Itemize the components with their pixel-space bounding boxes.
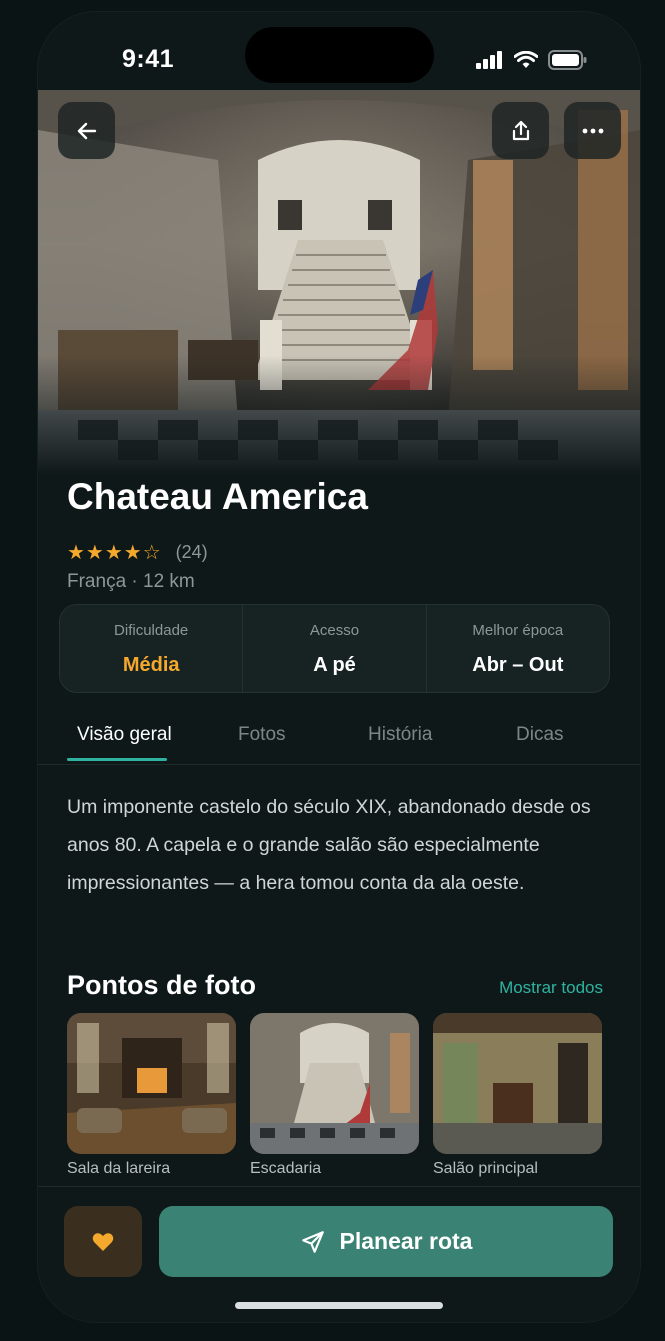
status-time: 9:41 — [122, 45, 175, 73]
plan-route-button[interactable]: Planear rota — [159, 1206, 613, 1277]
hero-image — [38, 90, 640, 475]
photo-spot-label: Salão principal — [433, 1160, 538, 1177]
description: Um imponente castelo do século XIX, aban… — [67, 796, 591, 894]
send-icon — [301, 1230, 324, 1253]
rating-count: (24) — [175, 542, 208, 562]
rating-stars: ★★★★☆ — [67, 542, 162, 564]
system-icons — [476, 50, 588, 70]
photo-spot-label: Escadaria — [250, 1160, 322, 1177]
photo-spots-list: Sala da lareira Escadaria Salão principa… — [67, 1013, 602, 1178]
wifi-icon — [514, 51, 538, 68]
stat-label: Dificuldade — [114, 622, 189, 639]
photo-spot-image — [67, 1013, 236, 1154]
photo-spot-image — [433, 1013, 602, 1154]
favorite-button[interactable] — [64, 1206, 142, 1277]
tab-photos[interactable]: Fotos — [238, 724, 286, 746]
battery-icon — [548, 50, 587, 70]
stat-label: Melhor época — [472, 622, 564, 639]
tab-tips[interactable]: Dicas — [516, 724, 564, 746]
stat-value: Abr – Out — [472, 654, 564, 676]
back-button[interactable] — [58, 102, 115, 159]
share-icon — [512, 120, 529, 140]
photo-spot-card[interactable]: Sala da lareira — [67, 1013, 236, 1178]
hero-fade — [38, 355, 640, 475]
more-button[interactable] — [564, 102, 621, 159]
location-distance: França · 12 km — [67, 571, 195, 592]
home-indicator[interactable] — [235, 1302, 443, 1309]
tab-overview[interactable]: Visão geral — [77, 724, 172, 746]
stats-card: Dificuldade Média Acesso A pé Melhor épo… — [59, 604, 610, 693]
stat-best-season: Melhor época Abr – Out — [425, 605, 609, 692]
heart-icon — [92, 1232, 114, 1251]
tab-history[interactable]: História — [368, 724, 432, 746]
rating-row: ★★★★☆ (24) — [67, 540, 208, 565]
section-title-photo-spots: Pontos de foto — [67, 970, 256, 1000]
dynamic-island — [245, 27, 434, 83]
stat-value: Média — [122, 654, 180, 676]
stat-value: A pé — [313, 654, 356, 676]
stat-label: Acesso — [309, 622, 360, 639]
share-button[interactable] — [492, 102, 549, 159]
photo-spot-card[interactable]: Salão principal — [433, 1013, 602, 1178]
photo-spot-label: Sala da lareira — [67, 1160, 171, 1177]
plan-route-label: Planear rota — [339, 1228, 473, 1254]
photo-spot-card[interactable]: Escadaria — [250, 1013, 419, 1178]
status-bar: 9:41 — [38, 12, 640, 102]
signal-icon — [476, 51, 502, 69]
show-all-link[interactable]: Mostrar todos — [499, 978, 603, 998]
active-tab-indicator — [67, 758, 167, 761]
place-title: Chateau America — [67, 476, 368, 517]
stat-difficulty: Dificuldade Média — [60, 605, 242, 692]
stat-access: Acesso A pé — [242, 605, 425, 692]
phone-screen: 9:41 Chateau America ★★★★☆ (24) França ·… — [38, 12, 640, 1322]
ellipsis-icon — [582, 128, 603, 133]
photo-spot-image — [250, 1013, 419, 1154]
arrow-left-icon — [77, 122, 96, 139]
